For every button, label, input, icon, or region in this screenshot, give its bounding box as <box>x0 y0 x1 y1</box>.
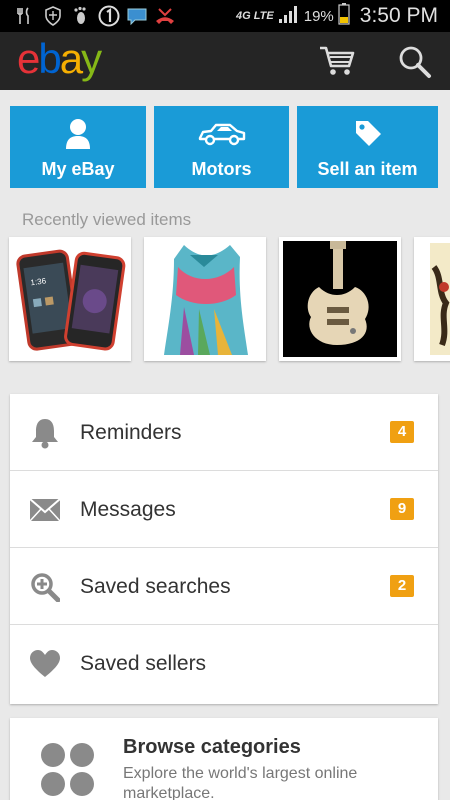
list-item-label: Reminders <box>80 421 182 444</box>
ebay-logo[interactable]: ebay <box>17 35 102 82</box>
count-badge: 4 <box>390 421 414 443</box>
tile-label: My eBay <box>41 159 115 179</box>
list-item-label: Messages <box>80 498 176 521</box>
browse-subtitle: Explore the world's largest online marke… <box>123 765 358 800</box>
list-item-messages[interactable]: Messages 9 <box>10 471 438 548</box>
recent-item-smartphone[interactable]: 1:36 <box>9 237 131 361</box>
tile-motors[interactable]: Motors <box>154 106 289 188</box>
count-badge: 9 <box>390 498 414 520</box>
recent-item-guitar[interactable] <box>279 237 401 361</box>
recently-viewed-title: Recently viewed items <box>22 210 192 229</box>
heart-icon <box>28 647 62 681</box>
person-icon <box>10 118 146 150</box>
cart-button[interactable] <box>318 44 356 78</box>
app-bar: ebay <box>0 32 450 90</box>
footprint-icon <box>70 5 92 27</box>
status-bar: 4G LTE 19% 3:50 PM <box>0 0 450 32</box>
logo-letter-a: a <box>59 35 83 82</box>
browse-title: Browse categories <box>123 736 301 758</box>
count-badge: 2 <box>390 575 414 597</box>
logo-letter-e: e <box>17 35 40 82</box>
list-item-label: Saved sellers <box>80 652 207 675</box>
tile-label: Motors <box>191 159 252 179</box>
browse-categories-card[interactable]: Browse categories Explore the world's la… <box>10 718 438 800</box>
recent-item-scarf[interactable] <box>144 237 266 361</box>
bell-icon <box>28 416 62 450</box>
guitar-thumbnail <box>283 241 397 357</box>
logo-letter-y: y <box>81 35 102 82</box>
price-tag-icon <box>297 118 438 150</box>
list-item-saved-searches[interactable]: Saved searches 2 <box>10 548 438 625</box>
battery-percent: 19% <box>303 7 334 25</box>
search-icon <box>399 46 431 78</box>
number-1-icon <box>98 5 120 27</box>
activity-list: Reminders 4 Messages 9 Saved searches 2 … <box>10 394 438 704</box>
categories-grid-icon <box>40 742 96 798</box>
list-item-label: Saved searches <box>80 575 231 598</box>
clock: 3:50 PM <box>359 4 438 27</box>
fork-knife-icon <box>14 5 36 27</box>
tile-label: Sell an item <box>317 159 418 179</box>
list-item-reminders[interactable]: Reminders 4 <box>10 394 438 471</box>
cart-icon <box>320 46 355 75</box>
envelope-icon <box>28 493 62 527</box>
partial-thumbnail <box>414 237 450 361</box>
tile-my-ebay[interactable]: My eBay <box>10 106 146 188</box>
battery-icon <box>338 2 350 30</box>
signal-icon <box>278 4 300 29</box>
search-plus-icon <box>28 570 62 604</box>
list-item-saved-sellers[interactable]: Saved sellers <box>10 625 438 702</box>
logo-letter-b: b <box>38 35 61 82</box>
tile-sell-an-item[interactable]: Sell an item <box>297 106 438 188</box>
recent-item-partial[interactable] <box>414 237 450 361</box>
search-button[interactable] <box>397 44 433 80</box>
shield-icon <box>42 5 64 27</box>
scarf-thumbnail <box>144 237 266 361</box>
network-indicator: 4G LTE <box>236 9 274 22</box>
missed-call-icon <box>154 5 176 27</box>
chat-bubble-icon <box>126 5 148 27</box>
smartphone-thumbnail: 1:36 <box>9 237 131 361</box>
car-icon <box>154 118 289 150</box>
